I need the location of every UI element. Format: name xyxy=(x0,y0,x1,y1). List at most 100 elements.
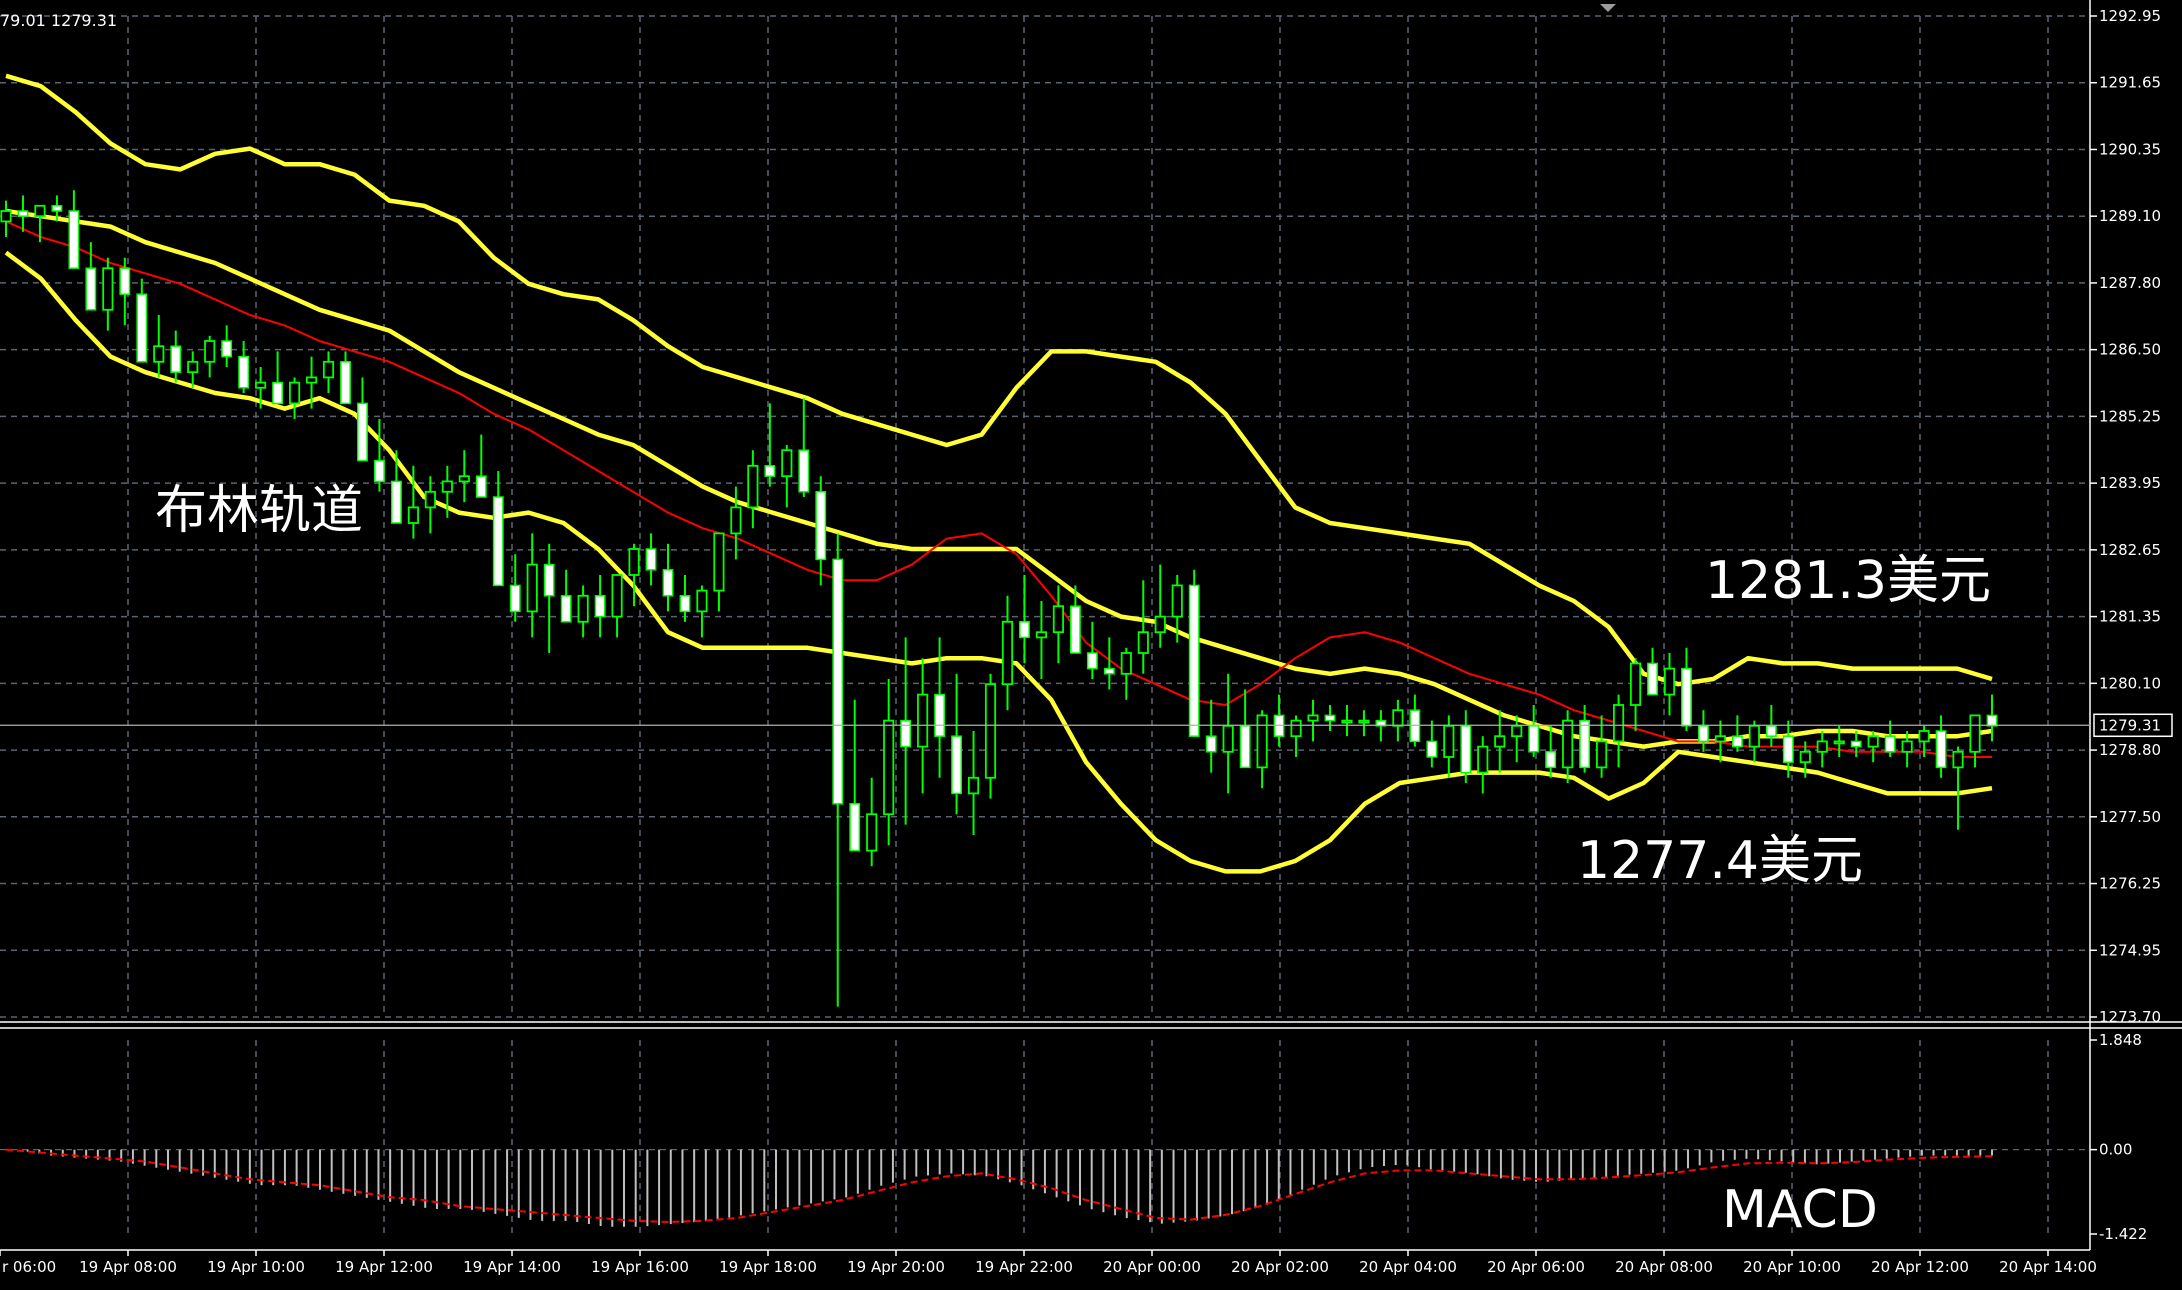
bollinger-lower-line xyxy=(4,250,1993,874)
candle-body-bear xyxy=(1850,740,1862,748)
candle-body-bull xyxy=(1596,740,1608,769)
candle-body-bull xyxy=(1714,735,1726,743)
time-tick-label: 19 Apr 10:00 xyxy=(207,1258,305,1276)
candle-body-bull xyxy=(1494,735,1506,748)
candle-body-bull xyxy=(1256,714,1268,769)
candle-body-bull xyxy=(1969,714,1981,753)
candle-body-bear xyxy=(645,548,657,571)
time-tick-label: 19 Apr 08:00 xyxy=(79,1258,177,1276)
candle-body-bull xyxy=(1358,719,1370,724)
candle-body-bull xyxy=(441,480,453,493)
time-tick-label: r 06:00 xyxy=(2,1258,56,1276)
candle-body-bear xyxy=(1205,735,1217,753)
candle-body-bull xyxy=(288,381,301,405)
candle-body-bear xyxy=(1698,725,1709,743)
current-price-label: 1279.31 xyxy=(2099,716,2161,734)
candle-body-bear xyxy=(51,205,63,212)
candle-body-bull xyxy=(1562,719,1574,769)
price-tick-label: 1283.95 xyxy=(2099,474,2161,492)
candle-body-bull xyxy=(34,204,46,218)
candle-body-bear xyxy=(1884,735,1896,753)
candle-body-bear xyxy=(475,475,487,498)
price-tick-label: 1285.25 xyxy=(2099,407,2161,425)
candle-body-bear xyxy=(1019,621,1030,639)
candle-body-bear xyxy=(85,267,97,311)
candle-body-bear xyxy=(17,210,29,217)
candle-body-bull xyxy=(577,594,589,623)
candle-body-bear xyxy=(119,267,131,295)
candle-body-bull xyxy=(1663,667,1676,696)
candle-body-bull xyxy=(0,210,12,223)
candle-body-bull xyxy=(1222,724,1234,753)
candle-body-bear xyxy=(815,491,827,561)
candle-body-bull xyxy=(255,381,267,389)
candle-body-bull xyxy=(984,683,997,779)
candle-body-bull xyxy=(1341,719,1353,724)
candle-body-bull xyxy=(1833,740,1845,745)
candle-body-bear xyxy=(1647,662,1658,696)
candle-body-bull xyxy=(1120,652,1132,675)
candle-body-bull xyxy=(866,813,878,852)
time-tick-label: 19 Apr 22:00 xyxy=(975,1258,1073,1276)
macd-tick-label: 1.848 xyxy=(2099,1031,2142,1049)
candle-body-bull xyxy=(1952,750,1964,769)
candle-body-bull xyxy=(917,693,929,748)
time-tick-label: 19 Apr 12:00 xyxy=(335,1258,433,1276)
time-tick-label: 20 Apr 00:00 xyxy=(1103,1258,1201,1276)
candle-body-bear xyxy=(357,402,368,462)
candle-body-bear xyxy=(543,563,555,597)
candle-body-bull xyxy=(611,574,623,618)
candle-body-bear xyxy=(238,355,250,389)
time-tick-label: 20 Apr 08:00 xyxy=(1615,1258,1713,1276)
candle-body-bull xyxy=(1035,631,1048,639)
candle-body-bull xyxy=(713,532,725,592)
candle-body-bull xyxy=(1511,724,1523,738)
price-tick-label: 1280.10 xyxy=(2099,674,2161,692)
candle-body-bull xyxy=(1901,740,1913,753)
bollinger-upper-line xyxy=(5,73,1993,687)
time-tick-label: 19 Apr 20:00 xyxy=(847,1258,945,1276)
price-tick-label: 1274.95 xyxy=(2099,941,2161,959)
candle-body-bull xyxy=(305,376,318,384)
candle-body-bull xyxy=(1154,615,1166,634)
candle-body-bear xyxy=(679,595,691,613)
price-tick-label: 1281.35 xyxy=(2099,608,2161,626)
candle-body-bear xyxy=(1782,735,1794,763)
candle-body-bull xyxy=(102,267,114,311)
candle-body-bear xyxy=(1765,725,1777,737)
price-tick-label: 1292.95 xyxy=(2099,7,2161,25)
time-tick-label: 19 Apr 16:00 xyxy=(591,1258,689,1276)
price-tick-label: 1278.80 xyxy=(2099,741,2161,759)
candle-body-bull xyxy=(187,360,199,374)
candle-body-bear xyxy=(1239,725,1251,769)
macd-panel xyxy=(5,1148,1993,1227)
time-tick-label: 20 Apr 10:00 xyxy=(1743,1258,1841,1276)
candle-body-bear xyxy=(136,293,148,363)
candle-body-bear xyxy=(1731,735,1743,748)
candle-body-bear xyxy=(1188,584,1200,737)
candle-body-bull xyxy=(1443,724,1455,758)
candle-body-bull xyxy=(1001,620,1014,686)
candle-body-bear xyxy=(832,558,844,805)
time-tick-label: 19 Apr 14:00 xyxy=(463,1258,561,1276)
candle-body-bull xyxy=(883,719,895,816)
candle-body-bull xyxy=(1918,730,1930,743)
candle-body-bull xyxy=(1748,724,1760,748)
candle-body-bull xyxy=(1816,740,1828,753)
candle-body-bull xyxy=(967,776,980,795)
bollinger-label: 布林轨道 xyxy=(155,481,363,541)
candle-body-bear xyxy=(764,465,776,477)
candle-body-bear xyxy=(798,449,810,493)
candle-body-bear xyxy=(951,735,962,795)
candle-body-bear xyxy=(1460,725,1472,774)
candle-body-bull xyxy=(153,345,165,363)
time-tick-label: 19 Apr 18:00 xyxy=(719,1258,817,1276)
candle-body-bear xyxy=(170,345,182,373)
candle-body-bull xyxy=(1137,631,1149,654)
chart-grid xyxy=(0,15,2090,1234)
candle-body-bear xyxy=(662,569,674,597)
candle-body-bear xyxy=(1086,652,1098,670)
candle-body-bear xyxy=(934,693,946,737)
candle-body-bull xyxy=(1392,709,1404,727)
candle-body-bear xyxy=(1103,667,1115,675)
